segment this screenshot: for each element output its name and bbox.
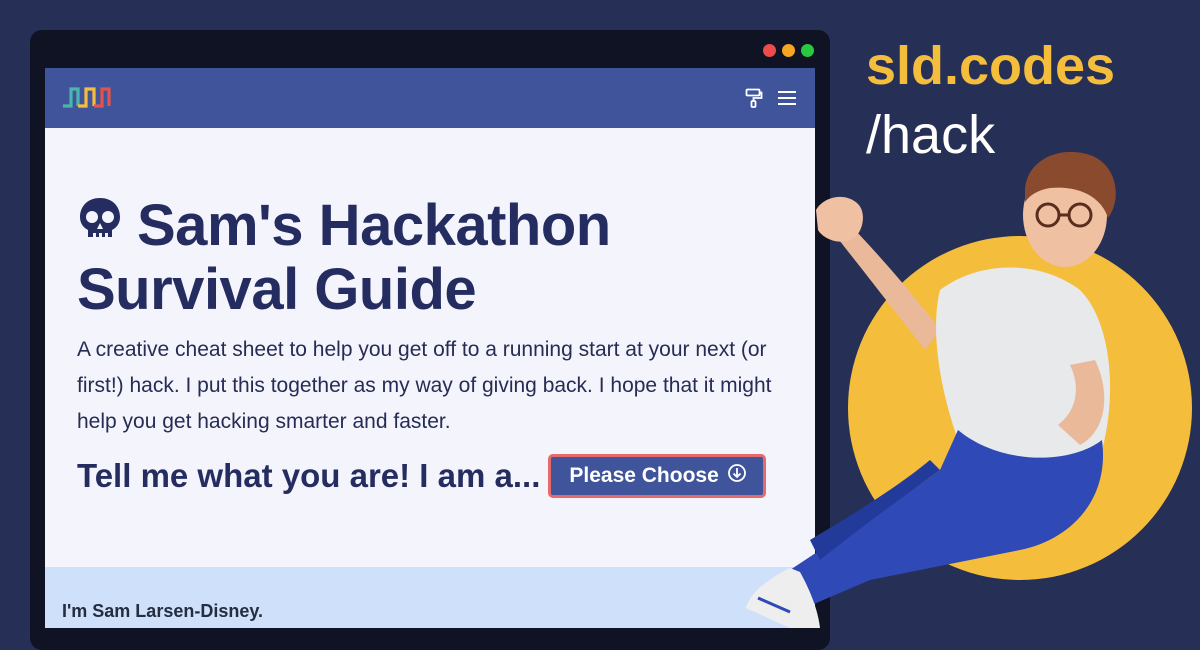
skull-icon <box>77 193 123 257</box>
site-logo[interactable] <box>61 86 111 113</box>
paint-roller-icon[interactable] <box>745 88 763 113</box>
close-dot[interactable] <box>763 44 776 57</box>
raised-hand <box>816 196 863 242</box>
character-illustration <box>746 151 1192 628</box>
window-controls <box>763 44 814 57</box>
persona-prompt: Tell me what you are! I am a... <box>77 457 541 494</box>
title-line-2: Survival Guide <box>77 257 477 322</box>
minimize-dot[interactable] <box>782 44 795 57</box>
navbar <box>45 68 815 128</box>
title-line-1: Sam's Hackathon <box>137 193 611 258</box>
maximize-dot[interactable] <box>801 44 814 57</box>
brand-title: sld.codes <box>866 36 1116 96</box>
hamburger-menu-icon[interactable] <box>777 90 797 111</box>
about-heading: I'm Sam Larsen-Disney. <box>62 601 264 621</box>
jeans <box>790 430 1104 610</box>
